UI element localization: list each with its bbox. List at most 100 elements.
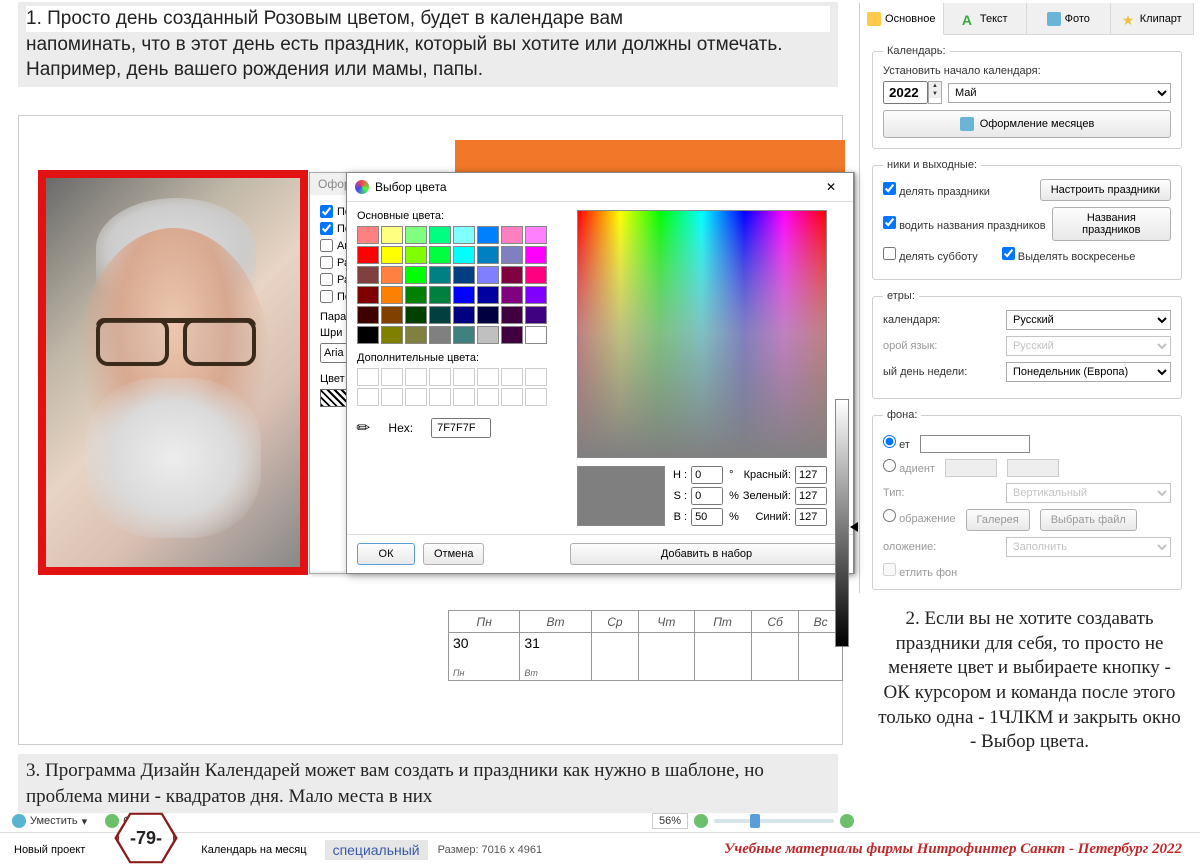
zoom-in-button[interactable]: [840, 814, 854, 828]
color-swatch[interactable]: [405, 226, 427, 244]
color-swatch[interactable]: [525, 266, 547, 284]
color-gradient-panel[interactable]: [577, 210, 827, 458]
custom-swatch[interactable]: [381, 388, 403, 406]
spin-up[interactable]: ▲: [929, 82, 941, 90]
eyedropper-icon[interactable]: ✎: [352, 416, 376, 440]
color-swatch[interactable]: [405, 306, 427, 324]
bl-input[interactable]: [795, 508, 827, 526]
spin-down[interactable]: ▼: [929, 90, 941, 98]
color-swatch[interactable]: [357, 306, 379, 324]
color-swatch[interactable]: [477, 306, 499, 324]
h-input[interactable]: [691, 466, 723, 484]
b-input[interactable]: [691, 508, 723, 526]
fit-button[interactable]: Уместить ▾: [12, 814, 87, 828]
color-swatch[interactable]: [501, 286, 523, 304]
color-swatch[interactable]: [477, 326, 499, 344]
close-button[interactable]: ✕: [817, 177, 845, 197]
color-swatch[interactable]: [429, 266, 451, 284]
color-swatch[interactable]: [477, 246, 499, 264]
color-swatch[interactable]: [357, 246, 379, 264]
r-input[interactable]: [795, 466, 827, 484]
cancel-button[interactable]: Отмена: [423, 543, 484, 565]
holiday-settings-button[interactable]: Настроить праздники: [1040, 179, 1171, 201]
zoom-thumb[interactable]: [750, 814, 760, 828]
custom-swatch[interactable]: [357, 368, 379, 386]
color-swatch[interactable]: [381, 246, 403, 264]
color-swatch[interactable]: [501, 226, 523, 244]
year-spinner[interactable]: ▲▼: [883, 81, 942, 104]
custom-swatch[interactable]: [429, 368, 451, 386]
holiday-names-button[interactable]: Названия праздников: [1052, 207, 1171, 241]
show-names-check[interactable]: водить названия праздников: [883, 216, 1046, 232]
color-swatch[interactable]: [501, 246, 523, 264]
tab-main[interactable]: Основное: [860, 3, 944, 35]
color-swatch[interactable]: [453, 326, 475, 344]
custom-swatch[interactable]: [453, 368, 475, 386]
color-swatch[interactable]: [381, 306, 403, 324]
color-swatch[interactable]: [525, 326, 547, 344]
color-swatch[interactable]: [453, 286, 475, 304]
day-cell[interactable]: [694, 633, 751, 681]
lighten-check[interactable]: етлить фон: [883, 567, 957, 579]
color-swatch[interactable]: [381, 286, 403, 304]
custom-swatch[interactable]: [477, 388, 499, 406]
chk-po[interactable]: [320, 205, 333, 218]
color-swatch[interactable]: [381, 326, 403, 344]
day-cell[interactable]: 30Пн: [449, 633, 520, 681]
chk-av[interactable]: [320, 239, 333, 252]
color-swatch[interactable]: [453, 226, 475, 244]
dialog-titlebar[interactable]: Выбор цвета ✕: [347, 173, 853, 202]
custom-swatch[interactable]: [381, 368, 403, 386]
cal-month-tab[interactable]: Календарь на месяц: [193, 842, 314, 858]
color-swatch[interactable]: [501, 326, 523, 344]
day-cell[interactable]: 31Вт: [520, 633, 591, 681]
zoom-slider[interactable]: [714, 819, 834, 823]
bg-grad-radio[interactable]: адиент: [883, 459, 935, 477]
color-swatch[interactable]: [525, 286, 547, 304]
chk-po2[interactable]: [320, 290, 333, 303]
color-swatch[interactable]: [405, 326, 427, 344]
color-swatch[interactable]: [501, 266, 523, 284]
months-design-button[interactable]: Оформление месяцев: [883, 110, 1171, 138]
chk-pe[interactable]: [320, 222, 333, 235]
color-swatch[interactable]: [501, 306, 523, 324]
hex-input[interactable]: [431, 418, 491, 438]
color-swatch[interactable]: [357, 266, 379, 284]
color-hatch[interactable]: [320, 389, 348, 407]
highlight-sun-check[interactable]: Выделять воскресенье: [1002, 247, 1136, 263]
slider-handle[interactable]: [850, 522, 858, 532]
highlight-holidays-check[interactable]: делять праздники: [883, 182, 990, 198]
tab-clipart[interactable]: ★Клипарт: [1111, 3, 1195, 34]
year-input[interactable]: [883, 81, 928, 104]
custom-swatch[interactable]: [453, 388, 475, 406]
color-swatch[interactable]: [453, 246, 475, 264]
zoom-out-button[interactable]: [694, 814, 708, 828]
day-cell[interactable]: [591, 633, 638, 681]
color-swatch[interactable]: [405, 266, 427, 284]
photo-frame[interactable]: [38, 170, 308, 575]
custom-swatch[interactable]: [501, 388, 523, 406]
highlight-sat-check[interactable]: делять субботу: [883, 247, 978, 263]
chk-raz1[interactable]: [320, 256, 333, 269]
color-swatch[interactable]: [357, 226, 379, 244]
color-swatch[interactable]: [405, 246, 427, 264]
color-swatch[interactable]: [453, 306, 475, 324]
color-swatch[interactable]: [405, 286, 427, 304]
custom-swatch[interactable]: [501, 368, 523, 386]
color-swatch[interactable]: [381, 266, 403, 284]
day-cell[interactable]: [751, 633, 799, 681]
value-slider[interactable]: [835, 399, 849, 647]
custom-swatch[interactable]: [357, 388, 379, 406]
bg-image-radio[interactable]: ображение: [883, 509, 956, 531]
custom-swatch[interactable]: [477, 368, 499, 386]
color-swatch[interactable]: [429, 226, 451, 244]
custom-swatch[interactable]: [525, 388, 547, 406]
color-swatch[interactable]: [477, 226, 499, 244]
color-swatch[interactable]: [477, 266, 499, 284]
ok-button[interactable]: ОК: [357, 543, 415, 565]
s-input[interactable]: [691, 487, 723, 505]
color-swatch[interactable]: [525, 246, 547, 264]
custom-swatch[interactable]: [429, 388, 451, 406]
color-swatch[interactable]: [357, 326, 379, 344]
color-swatch[interactable]: [381, 226, 403, 244]
